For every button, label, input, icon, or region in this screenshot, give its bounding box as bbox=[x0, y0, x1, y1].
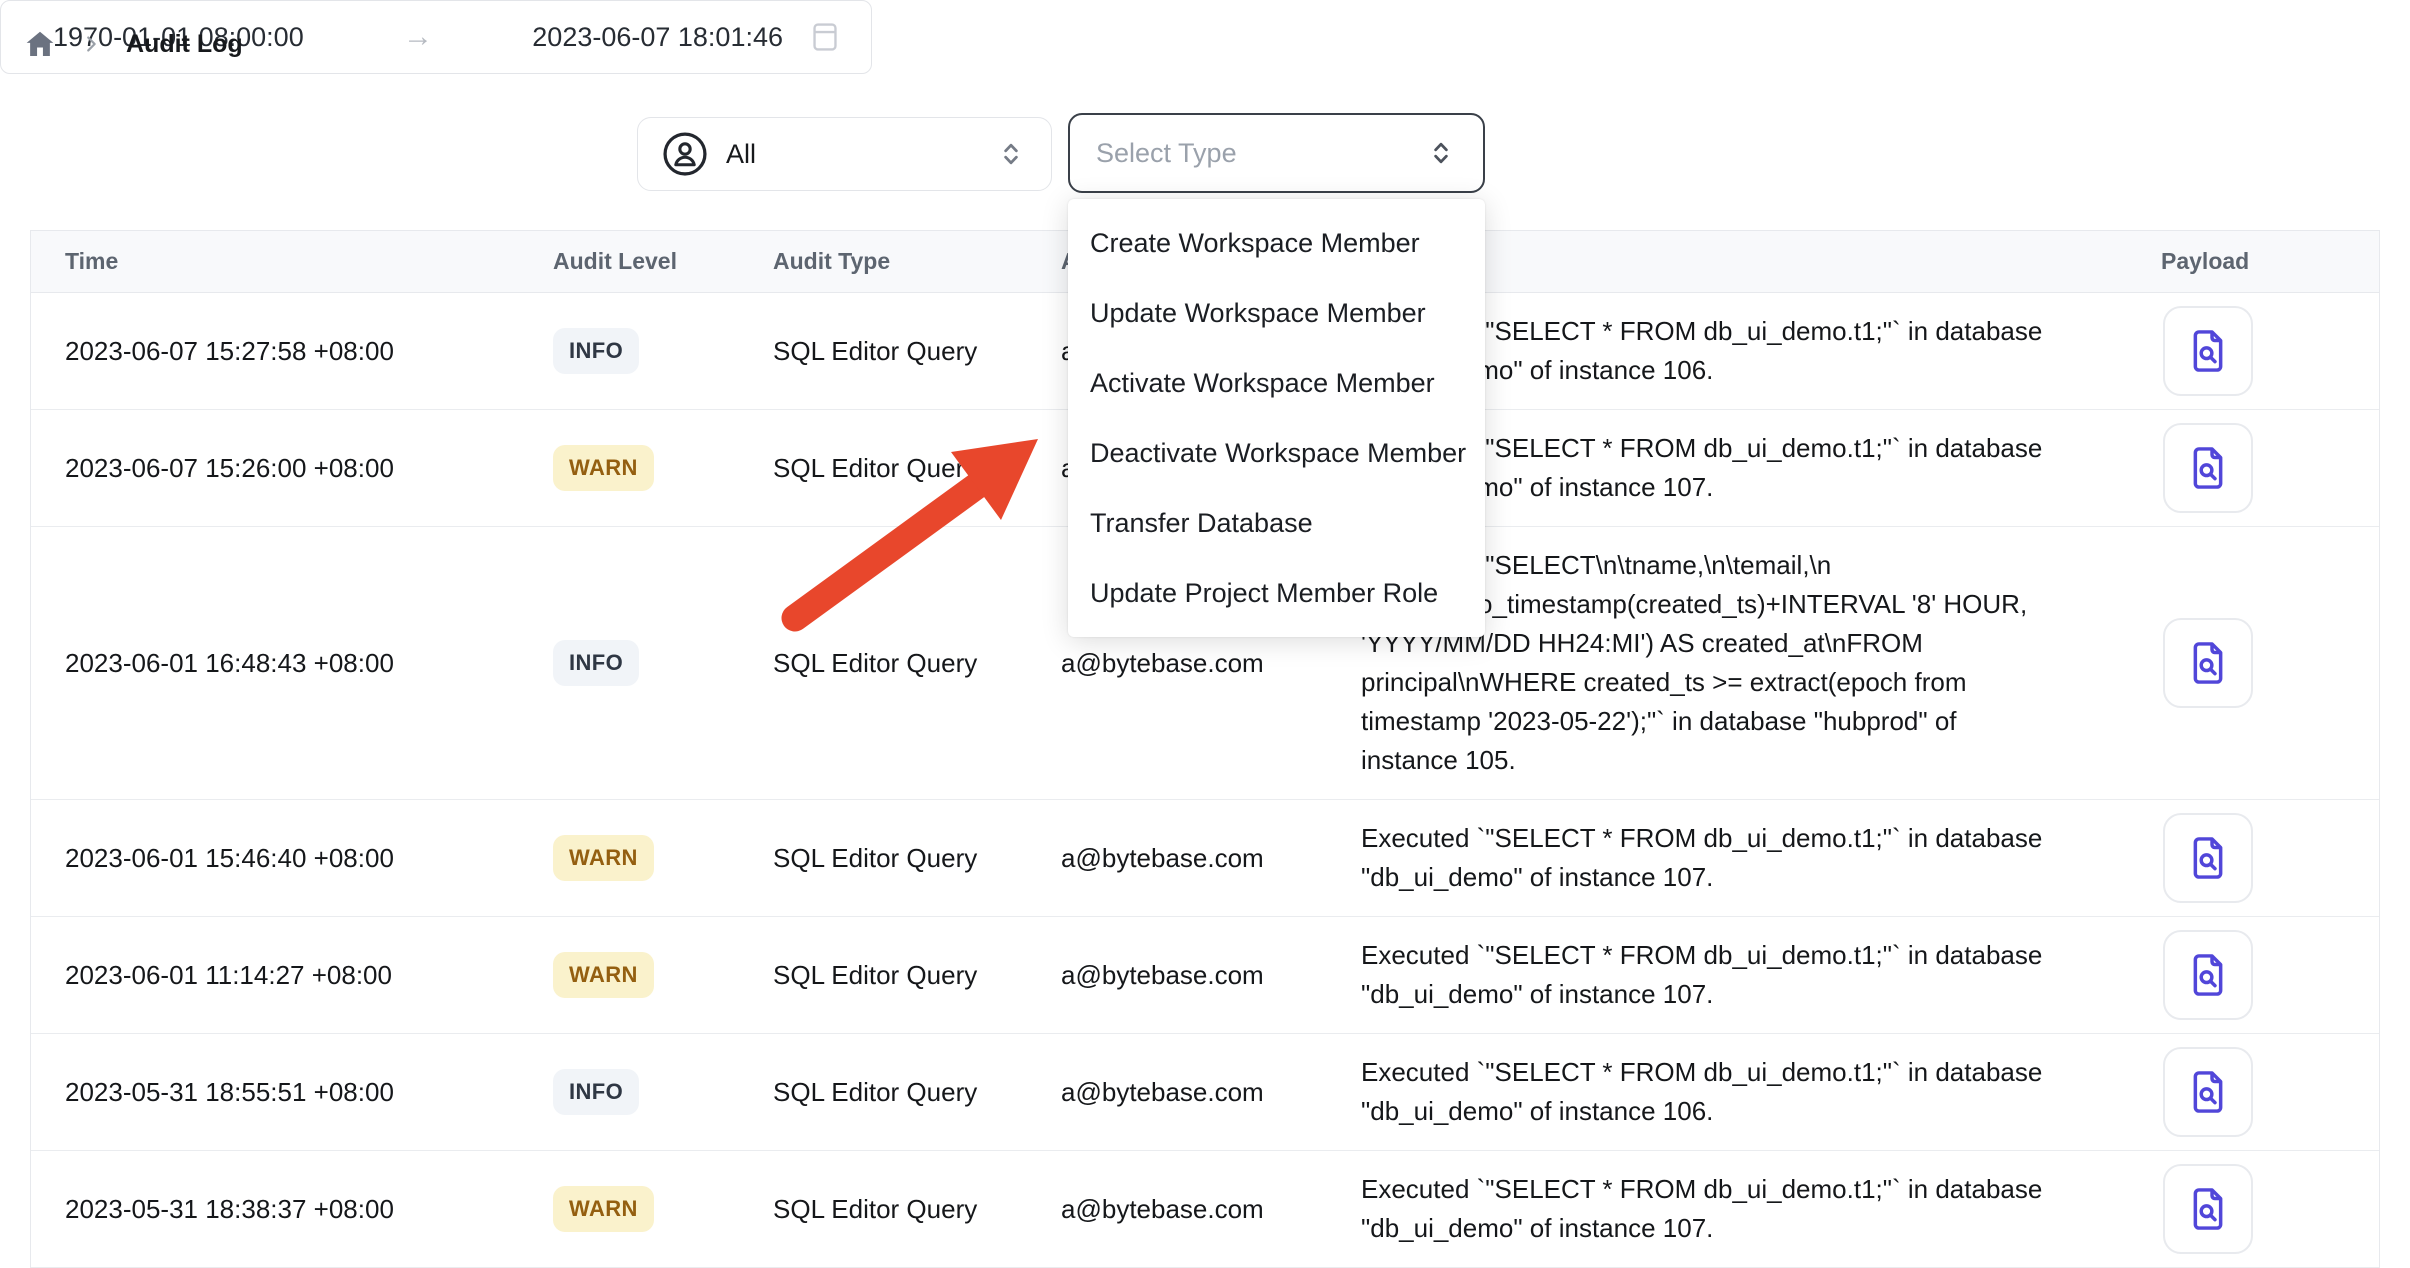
type-filter-placeholder: Select Type bbox=[1096, 138, 1237, 169]
audit-level-badge: INFO bbox=[553, 328, 639, 374]
cell-payload bbox=[2127, 813, 2377, 903]
type-menu-item[interactable]: Transfer Database bbox=[1068, 488, 1485, 558]
view-payload-button[interactable] bbox=[2163, 1164, 2253, 1254]
cell-comment: Executed `"SELECT * FROM db_ui_demo.t1;"… bbox=[1327, 1034, 2127, 1150]
file-search-icon bbox=[2186, 444, 2230, 492]
audit-level-badge: INFO bbox=[553, 640, 639, 686]
cell-actor: a@bytebase.com bbox=[1027, 843, 1327, 874]
cell-time: 2023-05-31 18:55:51 +08:00 bbox=[31, 1077, 519, 1108]
cell-payload bbox=[2127, 930, 2377, 1020]
cell-audit-level: WARN bbox=[519, 835, 739, 881]
table-row: 2023-06-01 11:14:27 +08:00 WARN SQL Edit… bbox=[31, 917, 2379, 1034]
file-search-icon bbox=[2186, 951, 2230, 999]
file-search-icon bbox=[2186, 639, 2230, 687]
column-header-payload: Payload bbox=[2127, 248, 2377, 275]
cell-time: 2023-06-01 11:14:27 +08:00 bbox=[31, 960, 519, 991]
cell-audit-level: INFO bbox=[519, 328, 739, 374]
cell-time: 2023-06-01 16:48:43 +08:00 bbox=[31, 648, 519, 679]
file-search-icon bbox=[2186, 327, 2230, 375]
view-payload-button[interactable] bbox=[2163, 813, 2253, 903]
cell-actor: a@bytebase.com bbox=[1027, 1077, 1327, 1108]
person-circle-icon bbox=[662, 131, 708, 177]
type-select-menu: Create Workspace MemberUpdate Workspace … bbox=[1068, 199, 1485, 637]
view-payload-button[interactable] bbox=[2163, 930, 2253, 1020]
cell-audit-level: WARN bbox=[519, 1186, 739, 1232]
cell-audit-type: SQL Editor Query bbox=[739, 453, 1027, 484]
calendar-icon bbox=[809, 20, 841, 54]
column-header-audit-level: Audit Level bbox=[519, 248, 739, 275]
home-icon[interactable] bbox=[24, 28, 56, 60]
arrow-right-icon: → bbox=[304, 20, 533, 54]
actor-filter-select[interactable]: All bbox=[637, 117, 1052, 191]
cell-audit-type: SQL Editor Query bbox=[739, 1194, 1027, 1225]
cell-time: 2023-06-07 15:27:58 +08:00 bbox=[31, 336, 519, 367]
file-search-icon bbox=[2186, 834, 2230, 882]
file-search-icon bbox=[2186, 1185, 2230, 1233]
table-row: 2023-05-31 18:55:51 +08:00 INFO SQL Edit… bbox=[31, 1034, 2379, 1151]
audit-log-page: Audit Log All Select Type 1970-01-01 08:… bbox=[0, 0, 2410, 1268]
cell-audit-level: INFO bbox=[519, 640, 739, 686]
audit-level-badge: WARN bbox=[553, 445, 654, 491]
table-row: 2023-06-01 15:46:40 +08:00 WARN SQL Edit… bbox=[31, 800, 2379, 917]
cell-audit-type: SQL Editor Query bbox=[739, 648, 1027, 679]
view-payload-button[interactable] bbox=[2163, 618, 2253, 708]
cell-audit-level: INFO bbox=[519, 1069, 739, 1115]
audit-level-badge: WARN bbox=[553, 835, 654, 881]
cell-payload bbox=[2127, 423, 2377, 513]
page-title: Audit Log bbox=[126, 30, 243, 59]
cell-comment: Executed `"SELECT * FROM db_ui_demo.t1;"… bbox=[1327, 917, 2127, 1033]
cell-actor: a@bytebase.com bbox=[1027, 960, 1327, 991]
cell-time: 2023-05-31 18:38:37 +08:00 bbox=[31, 1194, 519, 1225]
cell-payload bbox=[2127, 1164, 2377, 1254]
cell-payload bbox=[2127, 1047, 2377, 1137]
cell-audit-type: SQL Editor Query bbox=[739, 1077, 1027, 1108]
date-range-end[interactable]: 2023-06-07 18:01:46 bbox=[532, 22, 783, 53]
chevron-right-icon bbox=[80, 33, 102, 55]
view-payload-button[interactable] bbox=[2163, 1047, 2253, 1137]
breadcrumb: Audit Log bbox=[24, 28, 243, 60]
type-menu-item[interactable]: Activate Workspace Member bbox=[1068, 348, 1485, 418]
column-header-audit-type: Audit Type bbox=[739, 248, 1027, 275]
up-down-chevrons-icon bbox=[1425, 137, 1457, 169]
cell-comment: Executed `"SELECT * FROM db_ui_demo.t1;"… bbox=[1327, 800, 2127, 916]
audit-level-badge: WARN bbox=[553, 952, 654, 998]
cell-audit-type: SQL Editor Query bbox=[739, 843, 1027, 874]
up-down-chevrons-icon bbox=[995, 138, 1027, 170]
type-menu-item[interactable]: Update Project Member Role bbox=[1068, 558, 1485, 628]
cell-payload bbox=[2127, 306, 2377, 396]
cell-comment: Executed `"SELECT * FROM db_ui_demo.t1;"… bbox=[1327, 1151, 2127, 1267]
type-filter-select[interactable]: Select Type bbox=[1068, 113, 1485, 193]
actor-filter-value: All bbox=[726, 139, 756, 170]
table-row: 2023-05-31 18:38:37 +08:00 WARN SQL Edit… bbox=[31, 1151, 2379, 1268]
view-payload-button[interactable] bbox=[2163, 306, 2253, 396]
column-header-time: Time bbox=[31, 248, 519, 275]
file-search-icon bbox=[2186, 1068, 2230, 1116]
type-menu-item[interactable]: Create Workspace Member bbox=[1068, 208, 1485, 278]
cell-time: 2023-06-07 15:26:00 +08:00 bbox=[31, 453, 519, 484]
audit-level-badge: WARN bbox=[553, 1186, 654, 1232]
cell-audit-type: SQL Editor Query bbox=[739, 960, 1027, 991]
cell-actor: a@bytebase.com bbox=[1027, 648, 1327, 679]
cell-audit-level: WARN bbox=[519, 445, 739, 491]
cell-audit-level: WARN bbox=[519, 952, 739, 998]
cell-audit-type: SQL Editor Query bbox=[739, 336, 1027, 367]
view-payload-button[interactable] bbox=[2163, 423, 2253, 513]
cell-actor: a@bytebase.com bbox=[1027, 1194, 1327, 1225]
audit-level-badge: INFO bbox=[553, 1069, 639, 1115]
cell-time: 2023-06-01 15:46:40 +08:00 bbox=[31, 843, 519, 874]
cell-payload bbox=[2127, 618, 2377, 708]
type-menu-item[interactable]: Update Workspace Member bbox=[1068, 278, 1485, 348]
type-menu-item[interactable]: Deactivate Workspace Member bbox=[1068, 418, 1485, 488]
